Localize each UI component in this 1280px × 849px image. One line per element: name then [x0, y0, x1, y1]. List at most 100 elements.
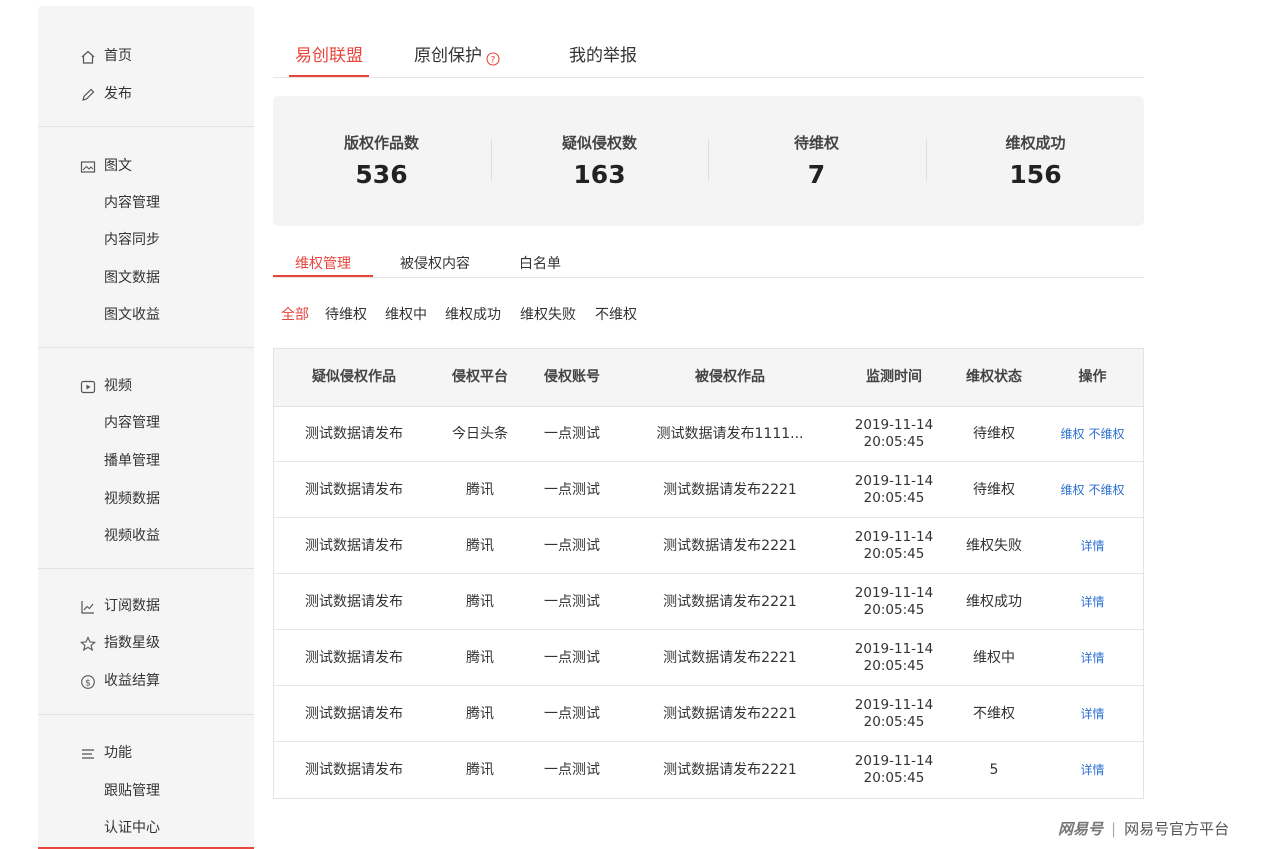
stat-suspected-infringements: 疑似侵权数 163 — [491, 96, 708, 226]
cell-original-work: 测试数据请发布2221 — [663, 538, 797, 554]
filter-pending[interactable]: 待维权 — [325, 304, 367, 324]
cell-platform: 腾讯 — [466, 538, 494, 554]
stat-title: 待维权 — [793, 134, 839, 152]
image-icon — [80, 158, 96, 174]
cell-original-work: 测试数据请发布2221 — [663, 650, 797, 666]
cell-account: 一点测试 — [544, 706, 600, 722]
claim-link[interactable]: 维权 — [1060, 427, 1084, 441]
tab-label: 原创保护 — [414, 46, 482, 66]
sidebar-item-article-revenue[interactable]: 图文收益 — [38, 302, 254, 328]
sidebar-item-video-revenue[interactable]: 视频收益 — [38, 523, 254, 549]
stat-value: 163 — [573, 160, 626, 189]
filter-in-progress[interactable]: 维权中 — [385, 304, 427, 324]
details-link[interactable]: 详情 — [1080, 651, 1104, 665]
sidebar-item-label: 订阅数据 — [104, 598, 160, 614]
cell-status: 维权中 — [973, 650, 1015, 666]
sidebar-item-article-sync[interactable]: 内容同步 — [38, 227, 254, 253]
details-link[interactable]: 详情 — [1080, 595, 1104, 609]
watermark-separator: | — [1111, 820, 1117, 838]
no-claim-link[interactable]: 不维权 — [1089, 483, 1125, 497]
filter-failed[interactable]: 维权失败 — [520, 304, 576, 324]
sidebar-item-functions[interactable]: 功能 — [38, 740, 254, 766]
tab-label: 维权管理 — [295, 256, 351, 272]
time-text: 20:05:45 — [863, 546, 925, 562]
sidebar-item-label: 视频 — [104, 378, 132, 394]
date-text: 2019-11-14 — [854, 417, 934, 433]
sidebar-item-publish[interactable]: 发布 — [38, 81, 254, 107]
filter-no-claim[interactable]: 不维权 — [595, 304, 637, 324]
sub-tabs: 维权管理 被侵权内容 白名单 — [273, 250, 1144, 278]
sidebar-item-video-content[interactable]: 内容管理 — [38, 410, 254, 436]
sidebar-item-home[interactable]: 首页 — [38, 43, 254, 69]
sidebar-item-article[interactable]: 图文 — [38, 153, 254, 179]
sidebar-item-verification[interactable]: 认证中心 — [38, 815, 254, 841]
filter-success[interactable]: 维权成功 — [445, 304, 501, 324]
sidebar-item-video-playlist[interactable]: 播单管理 — [38, 448, 254, 474]
sidebar-item-subscription-data[interactable]: 订阅数据 — [38, 593, 254, 619]
cell-account: 一点测试 — [544, 594, 600, 610]
cell-actions: 详情 — [1042, 742, 1143, 798]
sidebar-item-label: 内容管理 — [104, 195, 160, 211]
sidebar-item-label: 图文数据 — [104, 270, 160, 286]
cell-suspected-work: 测试数据请发布 — [305, 594, 403, 610]
cell-account: 一点测试 — [544, 482, 600, 498]
cell-actions: 详情 — [1042, 518, 1143, 574]
sidebar-item-label: 播单管理 — [104, 453, 160, 469]
sidebar-item-comments[interactable]: 跟贴管理 — [38, 778, 254, 804]
col-header: 侵权平台 — [452, 369, 508, 385]
sidebar-item-settlement[interactable]: $ 收益结算 — [38, 668, 254, 694]
cell-actions: 详情 — [1042, 686, 1143, 742]
tab-infringed-content[interactable]: 被侵权内容 — [400, 253, 470, 273]
cell-status: 待维权 — [973, 426, 1015, 442]
claim-link[interactable]: 维权 — [1060, 483, 1084, 497]
watermark-text: 网易号官方平台 — [1124, 820, 1230, 838]
sidebar-item-label: 内容同步 — [104, 232, 160, 248]
cell-account: 一点测试 — [544, 426, 600, 442]
sidebar-item-label: 认证中心 — [104, 820, 160, 836]
cell-platform: 腾讯 — [466, 594, 494, 610]
sidebar-divider — [38, 714, 254, 715]
stat-title: 疑似侵权数 — [561, 134, 637, 152]
sidebar-item-video-data[interactable]: 视频数据 — [38, 486, 254, 512]
stat-title: 维权成功 — [1005, 134, 1066, 152]
sidebar-item-article-data[interactable]: 图文数据 — [38, 265, 254, 291]
stat-value: 536 — [355, 160, 408, 189]
details-link[interactable]: 详情 — [1080, 539, 1104, 553]
tab-my-reports[interactable]: 我的举报 — [569, 44, 637, 76]
cell-actions: 维权 不维权 — [1042, 406, 1143, 462]
sidebar-item-label: 图文 — [104, 158, 132, 174]
sidebar-item-star-rating[interactable]: 指数星级 — [38, 630, 254, 656]
sidebar-item-article-content[interactable]: 内容管理 — [38, 190, 254, 216]
cell-status: 待维权 — [973, 482, 1015, 498]
cell-suspected-work: 测试数据请发布 — [305, 482, 403, 498]
table-row: 测试数据请发布 腾讯 一点测试 测试数据请发布2221 2019-11-14 20… — [274, 742, 1143, 798]
tab-yichuang-alliance[interactable]: 易创联盟 — [289, 44, 369, 77]
sidebar-item-video[interactable]: 视频 — [38, 373, 254, 399]
cell-actions: 详情 — [1042, 630, 1143, 686]
tab-original-protection[interactable]: 原创保护? — [414, 44, 500, 76]
stat-value: 7 — [807, 160, 826, 189]
sidebar-item-label: 内容管理 — [104, 415, 160, 431]
col-header: 被侵权作品 — [695, 369, 765, 385]
table-row: 测试数据请发布 腾讯 一点测试 测试数据请发布2221 2019-11-14 20… — [274, 686, 1143, 742]
svg-text:$: $ — [85, 678, 91, 688]
time-text: 20:05:45 — [863, 490, 925, 506]
pencil-icon — [80, 86, 96, 102]
time-text: 20:05:45 — [863, 658, 925, 674]
stat-title: 版权作品数 — [343, 134, 419, 152]
filter-all[interactable]: 全部 — [281, 304, 309, 324]
cell-original-work: 测试数据请发布1111... — [656, 426, 804, 442]
cell-platform: 腾讯 — [466, 650, 494, 666]
cell-monitor-time: 2019-11-14 20:05:45 — [842, 518, 946, 574]
table-row: 测试数据请发布 腾讯 一点测试 测试数据请发布2221 2019-11-14 20… — [274, 462, 1143, 518]
line-chart-icon — [80, 598, 96, 614]
details-link[interactable]: 详情 — [1080, 707, 1104, 721]
help-circle-icon[interactable]: ? — [486, 49, 500, 66]
details-link[interactable]: 详情 — [1080, 763, 1104, 777]
time-text: 20:05:45 — [863, 770, 925, 786]
cell-status: 维权失败 — [966, 538, 1022, 554]
cell-suspected-work: 测试数据请发布 — [305, 538, 403, 554]
tab-claim-management[interactable]: 维权管理 — [273, 253, 373, 277]
no-claim-link[interactable]: 不维权 — [1089, 427, 1125, 441]
tab-whitelist[interactable]: 白名单 — [519, 253, 561, 273]
